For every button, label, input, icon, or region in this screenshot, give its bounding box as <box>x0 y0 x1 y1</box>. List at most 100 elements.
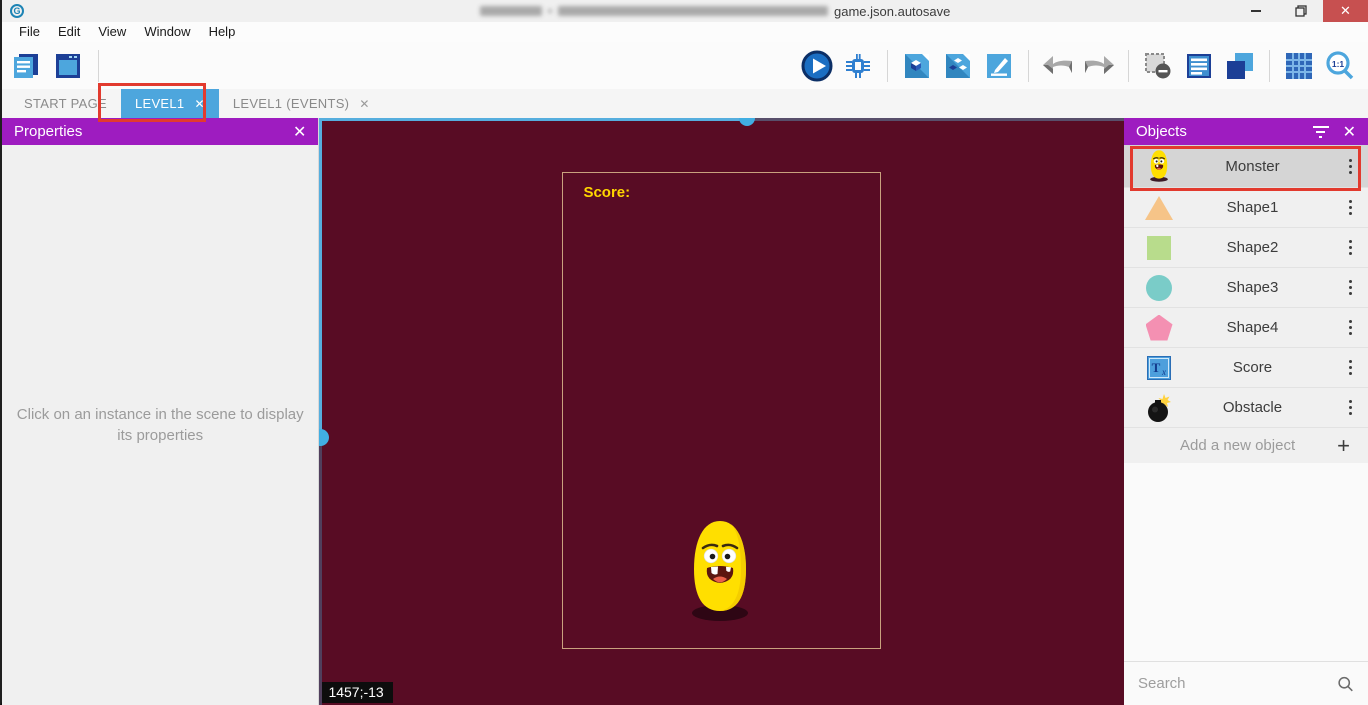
tab-level1-events[interactable]: LEVEL1 (EVENTS) ✕ <box>219 89 384 118</box>
instances-editor-icon <box>943 51 973 81</box>
object-label: Shape4 <box>1176 319 1329 336</box>
scene-canvas[interactable]: Score: 145 <box>319 118 1124 705</box>
redacted-title-segment <box>480 6 542 16</box>
properties-close-icon[interactable]: ✕ <box>293 122 306 142</box>
window-title-suffix: game.json.autosave <box>834 4 950 19</box>
objects-editor-button[interactable] <box>901 50 933 82</box>
title-bar: G game.json.autosave ✕ <box>2 0 1368 22</box>
app-logo-icon: G <box>10 4 24 18</box>
zoom-1-1-icon: 1:1 <box>1324 50 1356 82</box>
debug-icon <box>843 51 873 81</box>
object-row-obstacle[interactable]: Obstacle <box>1124 388 1368 428</box>
tab-level1-close-icon[interactable]: ✕ <box>194 97 204 111</box>
toolbar: 1:1 <box>2 42 1368 89</box>
svg-text:T: T <box>1152 360 1161 375</box>
grid-button[interactable] <box>1283 50 1315 82</box>
minimize-button[interactable] <box>1233 0 1278 22</box>
object-menu-icon[interactable] <box>1341 276 1360 299</box>
start-page-button[interactable] <box>52 50 84 82</box>
circle-thumbnail <box>1142 275 1176 301</box>
menu-help[interactable]: Help <box>200 22 245 42</box>
debug-button[interactable] <box>842 50 874 82</box>
window-title: game.json.autosave <box>480 0 950 22</box>
properties-panel: Properties ✕ Click on an instance in the… <box>2 118 319 705</box>
monster-sprite <box>685 517 755 625</box>
tab-level1-events-close-icon[interactable]: ✕ <box>359 97 369 111</box>
vertical-scrollbar[interactable] <box>319 118 322 438</box>
scene-properties-button[interactable] <box>983 50 1015 82</box>
bomb-thumbnail <box>1142 393 1176 423</box>
object-menu-icon[interactable] <box>1341 155 1360 178</box>
add-object-row[interactable]: Add a new object + <box>1124 428 1368 463</box>
project-manager-button[interactable] <box>10 50 42 82</box>
tab-start-page[interactable]: START PAGE <box>10 89 121 118</box>
vertical-scrollbar-thumb[interactable] <box>319 429 329 446</box>
restore-button[interactable] <box>1278 0 1323 22</box>
project-manager-icon <box>11 51 41 81</box>
menu-view[interactable]: View <box>89 22 135 42</box>
instances-list-icon <box>1184 51 1214 81</box>
menu-file[interactable]: File <box>10 22 49 42</box>
object-label: Shape1 <box>1176 199 1329 216</box>
play-preview-button[interactable] <box>801 50 833 82</box>
object-menu-icon[interactable] <box>1341 356 1360 379</box>
redo-icon <box>1083 51 1115 81</box>
cursor-coordinates: 1457;-13 <box>322 682 392 703</box>
tab-bar: START PAGE LEVEL1 ✕ LEVEL1 (EVENTS) ✕ <box>2 89 1368 118</box>
object-row-score[interactable]: T x Score <box>1124 348 1368 388</box>
object-label: Monster <box>1176 158 1329 175</box>
zoom-1-1-button[interactable]: 1:1 <box>1324 50 1356 82</box>
menu-edit[interactable]: Edit <box>49 22 89 42</box>
svg-text:x: x <box>1161 367 1166 377</box>
object-row-shape3[interactable]: Shape3 <box>1124 268 1368 308</box>
add-object-label: Add a new object <box>1138 437 1337 454</box>
pentagon-thumbnail <box>1142 315 1176 341</box>
redo-button[interactable] <box>1083 50 1115 82</box>
properties-panel-title: Properties <box>14 123 82 140</box>
objects-panel: Objects ✕ <box>1124 118 1368 705</box>
object-menu-icon[interactable] <box>1341 236 1360 259</box>
play-preview-icon <box>801 50 833 82</box>
object-row-shape4[interactable]: Shape4 <box>1124 308 1368 348</box>
restore-icon <box>1295 5 1307 17</box>
monster-thumbnail <box>1142 149 1176 183</box>
monster-instance[interactable] <box>685 517 755 625</box>
close-button[interactable]: ✕ <box>1323 0 1368 22</box>
app-window: G game.json.autosave ✕ File Edit View Wi… <box>0 0 1368 705</box>
tab-level1[interactable]: LEVEL1 ✕ <box>121 89 219 118</box>
properties-empty-message: Click on an instance in the scene to dis… <box>10 404 310 446</box>
triangle-thumbnail <box>1142 196 1176 220</box>
object-row-monster[interactable]: Monster <box>1124 145 1368 188</box>
redacted-title-dash <box>548 9 552 13</box>
object-menu-icon[interactable] <box>1341 396 1360 419</box>
object-menu-icon[interactable] <box>1341 316 1360 339</box>
scene-properties-icon <box>984 51 1014 81</box>
properties-panel-header: Properties ✕ <box>2 118 318 145</box>
text-object-thumbnail: T x <box>1142 356 1176 380</box>
redacted-title-path <box>558 6 828 16</box>
start-page-icon <box>53 51 83 81</box>
object-label: Shape2 <box>1176 239 1329 256</box>
undo-icon <box>1042 51 1074 81</box>
score-text-object[interactable]: Score: <box>583 184 630 201</box>
filter-icon[interactable] <box>1313 126 1329 138</box>
menu-bar: File Edit View Window Help <box>2 22 1368 42</box>
horizontal-scrollbar[interactable] <box>319 118 747 121</box>
object-label: Shape3 <box>1176 279 1329 296</box>
delete-selection-button[interactable] <box>1142 50 1174 82</box>
object-row-shape2[interactable]: Shape2 <box>1124 228 1368 268</box>
instances-list-button[interactable] <box>1183 50 1215 82</box>
menu-window[interactable]: Window <box>135 22 199 42</box>
undo-button[interactable] <box>1042 50 1074 82</box>
layers-button[interactable] <box>1224 50 1256 82</box>
horizontal-scrollbar-thumb[interactable] <box>739 118 755 126</box>
object-row-shape1[interactable]: Shape1 <box>1124 188 1368 228</box>
objects-close-icon[interactable]: ✕ <box>1343 122 1356 142</box>
objects-search-bar <box>1124 661 1368 705</box>
grid-icon <box>1284 51 1314 81</box>
search-input[interactable] <box>1138 675 1337 692</box>
instances-editor-button[interactable] <box>942 50 974 82</box>
search-icon[interactable] <box>1337 674 1354 694</box>
add-object-icon[interactable]: + <box>1337 435 1354 457</box>
object-menu-icon[interactable] <box>1341 196 1360 219</box>
